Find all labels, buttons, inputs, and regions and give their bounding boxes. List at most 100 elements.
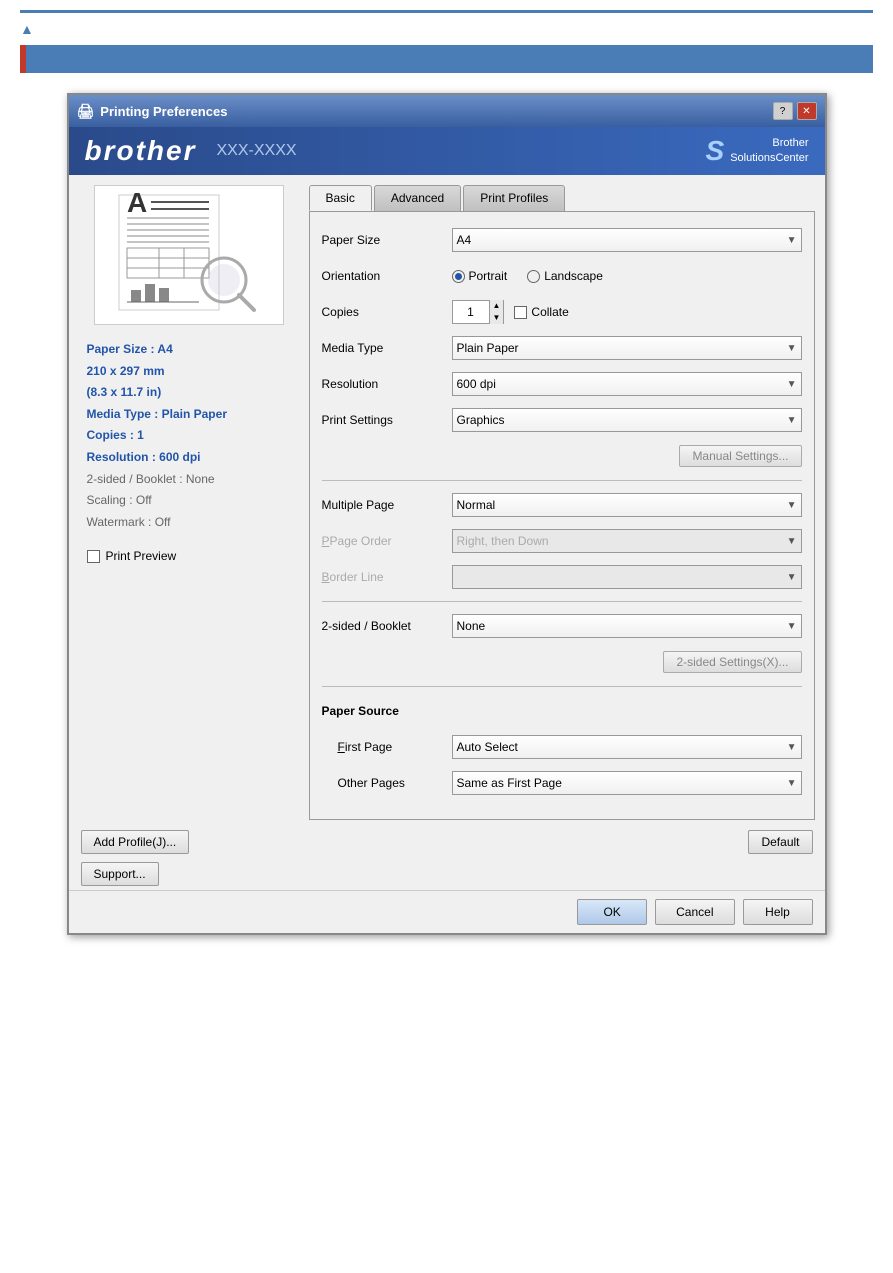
print-settings-label: Print Settings — [322, 413, 452, 427]
paper-size-control[interactable]: A4 ▼ — [452, 228, 802, 252]
manual-settings-button[interactable]: Manual Settings... — [679, 445, 801, 467]
other-pages-select[interactable]: Same as First Page ▼ — [452, 771, 802, 795]
cancel-button[interactable]: Cancel — [655, 899, 734, 925]
default-button[interactable]: Default — [748, 830, 812, 854]
tab-basic[interactable]: Basic — [309, 185, 372, 211]
first-page-label: First Page — [322, 740, 452, 754]
collate-label: Collate — [531, 305, 568, 319]
resolution-select[interactable]: 600 dpi ▼ — [452, 372, 802, 396]
tab-advanced[interactable]: Advanced — [374, 185, 461, 211]
print-settings-control[interactable]: Graphics ▼ — [452, 408, 802, 432]
page-order-select: Right, then Down ▼ — [452, 529, 802, 553]
media-type-select[interactable]: Plain Paper ▼ — [452, 336, 802, 360]
info-two-sided: 2-sided / Booklet : None — [87, 469, 291, 491]
copies-input[interactable] — [453, 301, 489, 323]
first-page-control[interactable]: Auto Select ▼ — [452, 735, 802, 759]
separator-3 — [322, 686, 802, 687]
info-resolution: Resolution : 600 dpi — [87, 447, 291, 469]
paper-size-label: Paper Size — [322, 233, 452, 247]
copies-spinner[interactable]: ▲ ▼ — [452, 300, 505, 324]
print-preview-area: A — [94, 185, 284, 325]
info-paper-size-2: 210 x 297 mm — [87, 361, 291, 383]
ok-button[interactable]: OK — [577, 899, 647, 925]
dialog-footer: Add Profile(J)... Default — [69, 830, 825, 862]
other-pages-control[interactable]: Same as First Page ▼ — [452, 771, 802, 795]
multiple-page-value: Normal — [457, 498, 496, 512]
support-button[interactable]: Support... — [81, 862, 159, 886]
print-preview-label: Print Preview — [106, 549, 177, 563]
support-row: Support... — [69, 862, 825, 890]
two-sided-select[interactable]: None ▼ — [452, 614, 802, 638]
title-bar-controls: ? ✕ — [773, 102, 817, 120]
two-sided-settings-row: 2-sided Settings(X)... — [322, 648, 802, 676]
media-type-label: Media Type — [322, 341, 452, 355]
separator-2 — [322, 601, 802, 602]
multiple-page-row: Multiple Page Normal ▼ — [322, 491, 802, 519]
two-sided-settings-button[interactable]: 2-sided Settings(X)... — [663, 651, 801, 673]
print-preview-row: Print Preview — [79, 545, 299, 567]
paper-size-select[interactable]: A4 ▼ — [452, 228, 802, 252]
dialog-bottom-buttons: OK Cancel Help — [69, 890, 825, 933]
print-preview-checkbox[interactable] — [87, 550, 100, 563]
orientation-control: Portrait Landscape — [452, 269, 802, 283]
portrait-radio[interactable]: Portrait — [452, 269, 508, 283]
landscape-radio[interactable]: Landscape — [527, 269, 603, 283]
info-copies: Copies : 1 — [87, 425, 291, 447]
other-pages-arrow: ▼ — [787, 778, 797, 789]
two-sided-row: 2-sided / Booklet None ▼ — [322, 612, 802, 640]
resolution-row: Resolution 600 dpi ▼ — [322, 370, 802, 398]
media-type-value: Plain Paper — [457, 341, 519, 355]
portrait-radio-circle[interactable] — [452, 270, 465, 283]
page-order-arrow: ▼ — [787, 536, 797, 547]
first-page-select[interactable]: Auto Select ▼ — [452, 735, 802, 759]
page-order-row: PPage Order Right, then Down ▼ — [322, 527, 802, 555]
orientation-radio-group: Portrait Landscape — [452, 269, 802, 283]
spinner-up[interactable]: ▲ — [490, 300, 504, 312]
help-button[interactable]: Help — [743, 899, 813, 925]
paper-size-value: A4 — [457, 233, 472, 247]
add-profile-button[interactable]: Add Profile(J)... — [81, 830, 190, 854]
page-order-control: Right, then Down ▼ — [452, 529, 802, 553]
info-panel: Paper Size : A4 210 x 297 mm (8.3 x 11.7… — [79, 335, 299, 537]
border-line-control: ▼ — [452, 565, 802, 589]
dialog-body: A — [69, 175, 825, 830]
media-type-arrow: ▼ — [787, 343, 797, 354]
info-paper-size-1: Paper Size : A4 — [87, 339, 291, 361]
collate-group: Collate — [514, 305, 568, 319]
media-type-row: Media Type Plain Paper ▼ — [322, 334, 802, 362]
print-settings-select[interactable]: Graphics ▼ — [452, 408, 802, 432]
media-type-control[interactable]: Plain Paper ▼ — [452, 336, 802, 360]
paper-size-arrow: ▼ — [787, 235, 797, 246]
two-sided-control[interactable]: None ▼ — [452, 614, 802, 638]
printer-model: XXX-XXXX — [217, 142, 297, 160]
paper-source-header-row: Paper Source — [322, 697, 802, 725]
brother-logo: brother — [85, 135, 197, 167]
print-settings-row: Print Settings Graphics ▼ — [322, 406, 802, 434]
solutions-center[interactable]: S BrotherSolutionsCenter — [706, 135, 809, 167]
footer-right-buttons: Default — [748, 830, 812, 854]
border-line-row: Border Line ▼ — [322, 563, 802, 591]
copies-group: ▲ ▼ Collate — [452, 300, 802, 324]
manual-settings-row: Manual Settings... — [322, 442, 802, 470]
resolution-value: 600 dpi — [457, 377, 496, 391]
collate-checkbox[interactable] — [514, 306, 527, 319]
border-line-arrow: ▼ — [787, 572, 797, 583]
paper-source-header: Paper Source — [322, 704, 452, 718]
page-order-value: Right, then Down — [457, 534, 549, 548]
tabs-row: Basic Advanced Print Profiles — [309, 185, 815, 211]
help-titlebar-button[interactable]: ? — [773, 102, 793, 120]
home-icon[interactable]: ▲ — [20, 21, 873, 37]
resolution-control[interactable]: 600 dpi ▼ — [452, 372, 802, 396]
orientation-label: Orientation — [322, 269, 452, 283]
print-settings-value: Graphics — [457, 413, 505, 427]
manual-settings-control: Manual Settings... — [452, 445, 802, 467]
title-bar-left: 🖨 Printing Preferences — [77, 103, 228, 120]
border-line-select: ▼ — [452, 565, 802, 589]
multiple-page-control[interactable]: Normal ▼ — [452, 493, 802, 517]
multiple-page-label: Multiple Page — [322, 498, 452, 512]
multiple-page-select[interactable]: Normal ▼ — [452, 493, 802, 517]
tab-print-profiles[interactable]: Print Profiles — [463, 185, 565, 211]
spinner-down[interactable]: ▼ — [490, 312, 504, 324]
landscape-radio-circle[interactable] — [527, 270, 540, 283]
close-button[interactable]: ✕ — [797, 102, 817, 120]
